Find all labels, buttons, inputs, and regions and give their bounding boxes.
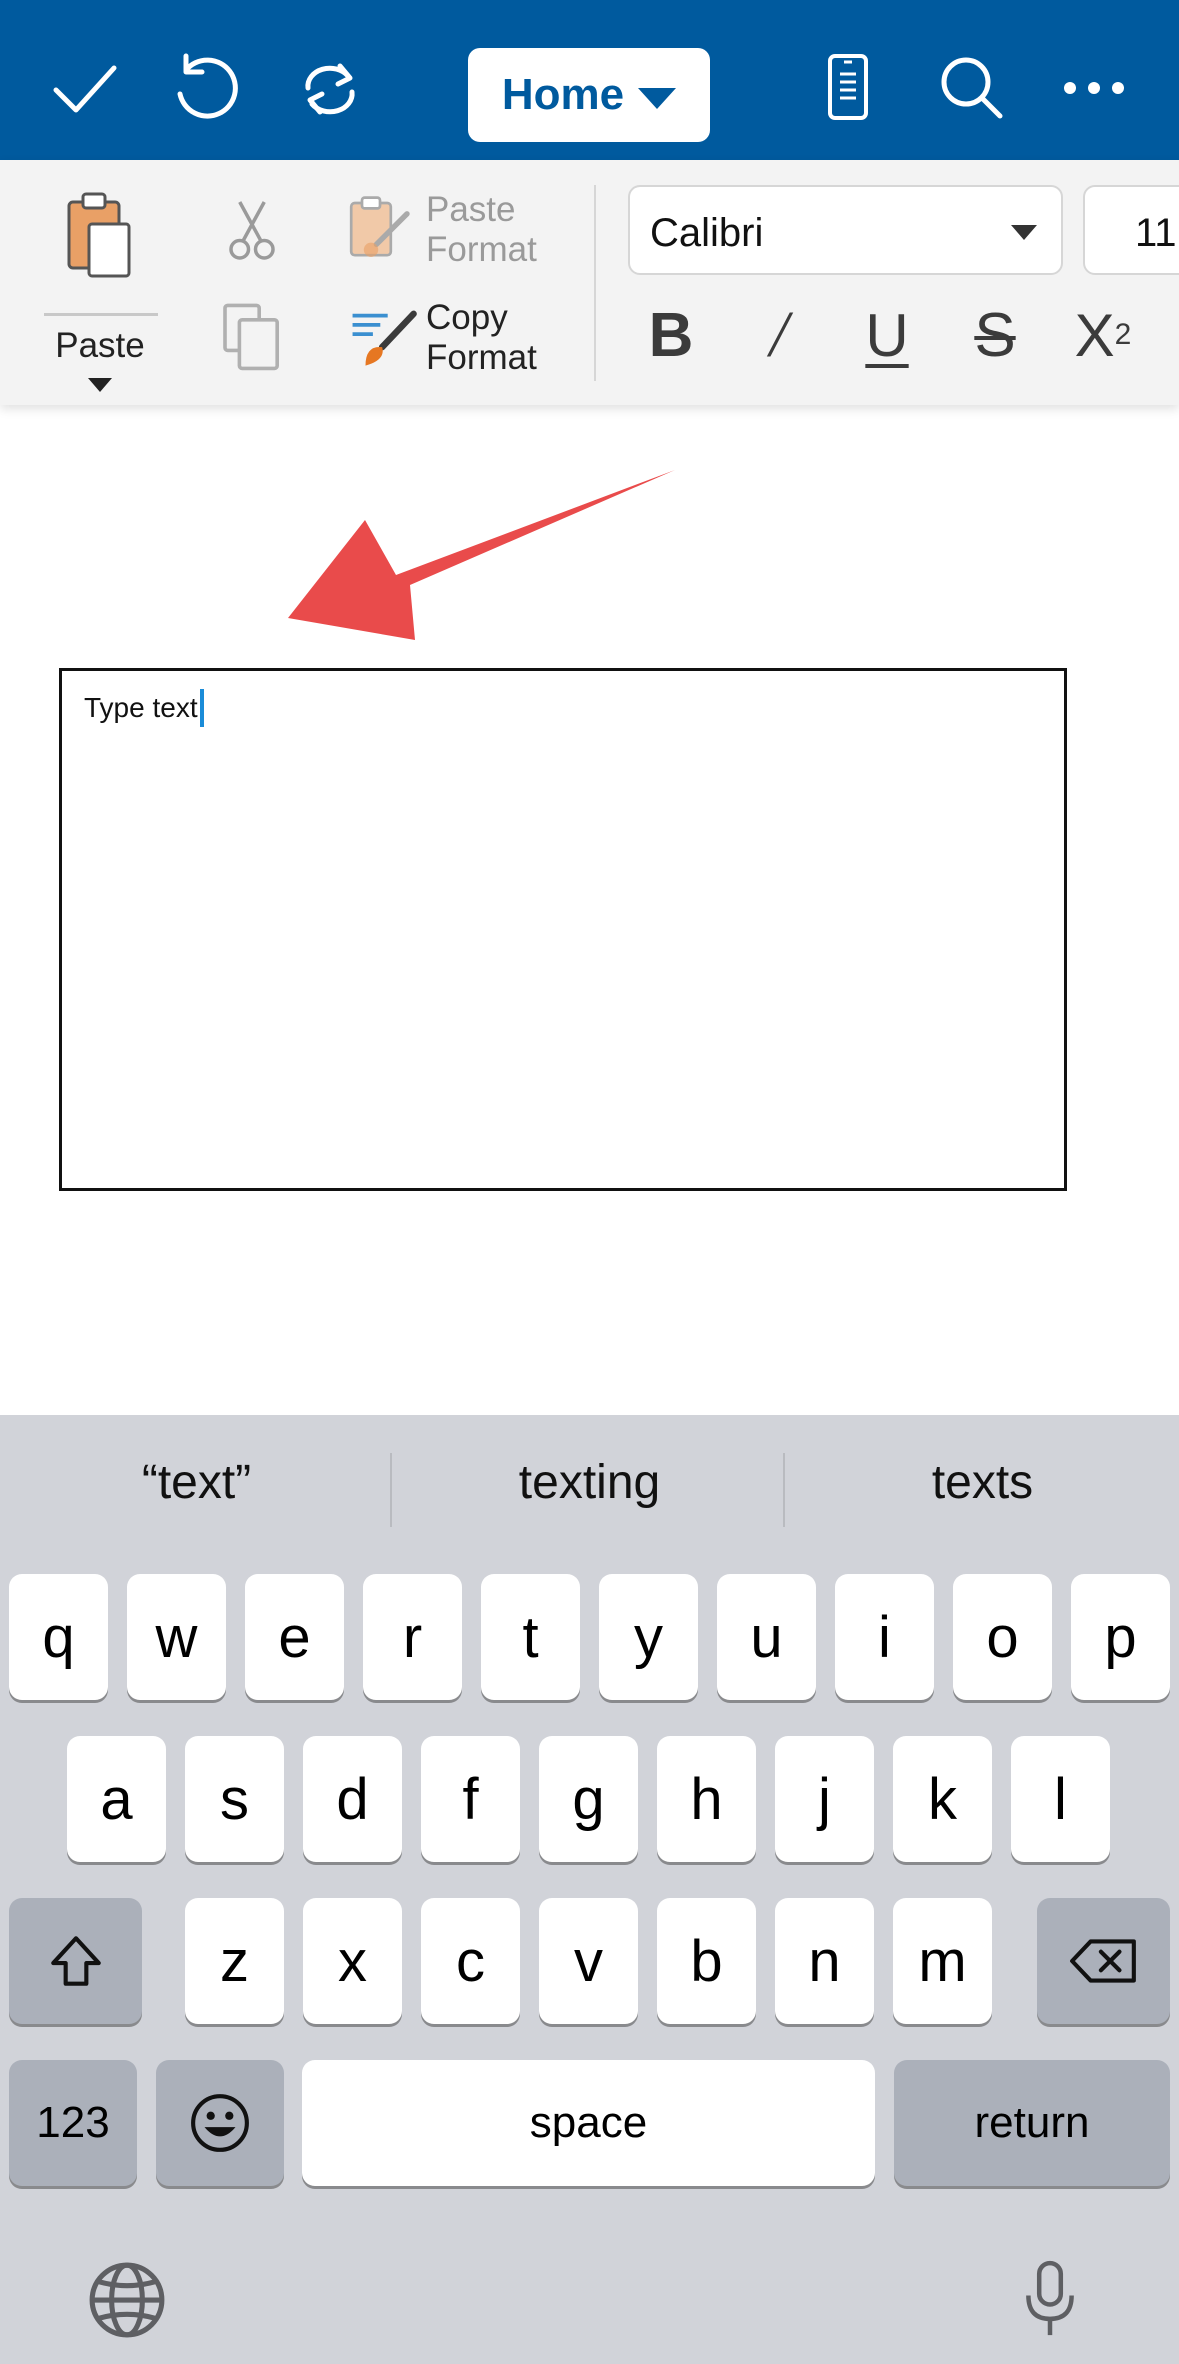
key-a[interactable]: a bbox=[67, 1736, 166, 1862]
home-tab-dropdown[interactable]: Home bbox=[468, 48, 710, 142]
annotation-arrow bbox=[288, 470, 675, 640]
key-c[interactable]: c bbox=[421, 1898, 520, 2024]
key-w[interactable]: w bbox=[127, 1574, 226, 1700]
paste-format-line1: Paste bbox=[426, 190, 516, 229]
paste-label: Paste bbox=[55, 326, 145, 365]
subscript-button[interactable]: X2 bbox=[1058, 290, 1148, 380]
copy-format-line1: Copy bbox=[426, 298, 508, 337]
text-cursor bbox=[199, 689, 204, 727]
space-key[interactable]: space bbox=[302, 2060, 875, 2186]
paste-divider bbox=[44, 313, 158, 316]
key-q[interactable]: q bbox=[9, 1574, 108, 1700]
key-b[interactable]: b bbox=[657, 1898, 756, 2024]
copy-format-icon[interactable] bbox=[344, 296, 424, 376]
emoji-key[interactable] bbox=[156, 2060, 284, 2186]
on-screen-keyboard: “text” texting texts q w e r t y u i o p… bbox=[0, 1415, 1179, 2364]
suggestion-divider bbox=[390, 1453, 392, 1527]
suggestion-divider bbox=[783, 1453, 785, 1527]
paste-format-icon[interactable] bbox=[340, 190, 420, 270]
key-s[interactable]: s bbox=[185, 1736, 284, 1862]
text-box-content[interactable]: Type text bbox=[84, 689, 204, 727]
key-v[interactable]: v bbox=[539, 1898, 638, 2024]
mobile-view-icon[interactable] bbox=[800, 40, 896, 136]
key-x[interactable]: x bbox=[303, 1898, 402, 2024]
key-e[interactable]: e bbox=[245, 1574, 344, 1700]
paste-button[interactable]: Paste bbox=[40, 190, 160, 392]
suggestion-2[interactable]: texting bbox=[393, 1455, 786, 1510]
font-size-dropdown[interactable]: 11 bbox=[1083, 185, 1179, 275]
paste-format-label: Paste Format bbox=[426, 190, 537, 270]
italic-button[interactable]: / bbox=[734, 290, 824, 380]
suggestion-bar: “text” texting texts bbox=[0, 1415, 1179, 1565]
key-j[interactable]: j bbox=[775, 1736, 874, 1862]
ribbon-divider bbox=[594, 185, 596, 381]
text-box-text: Type text bbox=[84, 692, 198, 723]
suggestion-1[interactable]: “text” bbox=[0, 1455, 393, 1510]
paste-format-line2: Format bbox=[426, 230, 537, 269]
key-y[interactable]: y bbox=[599, 1574, 698, 1700]
more-icon[interactable] bbox=[1046, 40, 1142, 136]
chevron-down-icon bbox=[638, 87, 677, 109]
key-d[interactable]: d bbox=[303, 1736, 402, 1862]
cut-icon[interactable] bbox=[212, 190, 292, 270]
key-u[interactable]: u bbox=[717, 1574, 816, 1700]
delete-key[interactable] bbox=[1037, 1898, 1170, 2024]
copy-format-line2: Format bbox=[426, 338, 537, 377]
delete-icon bbox=[1069, 1939, 1136, 1983]
key-z[interactable]: z bbox=[185, 1898, 284, 2024]
underline-button[interactable]: U bbox=[842, 290, 932, 380]
checkmark-icon[interactable] bbox=[36, 40, 132, 136]
redo-icon[interactable] bbox=[282, 40, 378, 136]
globe-icon[interactable] bbox=[82, 2255, 172, 2345]
strikethrough-button[interactable]: S bbox=[950, 290, 1040, 380]
bold-button[interactable]: B bbox=[626, 290, 716, 380]
font-name-value: Calibri bbox=[650, 211, 764, 255]
copy-icon[interactable] bbox=[212, 296, 292, 376]
subscript-digit: 2 bbox=[1114, 318, 1132, 351]
key-o[interactable]: o bbox=[953, 1574, 1052, 1700]
font-size-value: 11 bbox=[1135, 211, 1177, 255]
search-icon[interactable] bbox=[924, 40, 1020, 136]
key-l[interactable]: l bbox=[1011, 1736, 1110, 1862]
return-key[interactable]: return bbox=[894, 2060, 1170, 2186]
paste-icon bbox=[65, 190, 135, 280]
home-tab-label: Home bbox=[501, 70, 625, 119]
subscript-x: X bbox=[1074, 301, 1115, 369]
key-n[interactable]: n bbox=[775, 1898, 874, 2024]
top-app-bar: Home bbox=[0, 0, 1179, 160]
key-h[interactable]: h bbox=[657, 1736, 756, 1862]
key-i[interactable]: i bbox=[835, 1574, 934, 1700]
chevron-down-icon bbox=[1011, 225, 1037, 240]
key-r[interactable]: r bbox=[363, 1574, 462, 1700]
key-g[interactable]: g bbox=[539, 1736, 638, 1862]
font-name-dropdown[interactable]: Calibri bbox=[628, 185, 1063, 275]
copy-format-label[interactable]: Copy Format bbox=[426, 298, 537, 378]
shift-key[interactable] bbox=[9, 1898, 142, 2024]
numbers-key[interactable]: 123 bbox=[9, 2060, 137, 2186]
emoji-icon bbox=[191, 2094, 249, 2152]
undo-icon[interactable] bbox=[158, 40, 254, 136]
text-box[interactable]: Type text bbox=[59, 668, 1067, 1191]
key-p[interactable]: p bbox=[1071, 1574, 1170, 1700]
chevron-down-icon bbox=[88, 378, 112, 392]
key-k[interactable]: k bbox=[893, 1736, 992, 1862]
key-f[interactable]: f bbox=[421, 1736, 520, 1862]
suggestion-3[interactable]: texts bbox=[786, 1455, 1179, 1510]
key-m[interactable]: m bbox=[893, 1898, 992, 2024]
shift-icon bbox=[50, 1936, 101, 1986]
microphone-icon[interactable] bbox=[1005, 2255, 1095, 2345]
key-t[interactable]: t bbox=[481, 1574, 580, 1700]
